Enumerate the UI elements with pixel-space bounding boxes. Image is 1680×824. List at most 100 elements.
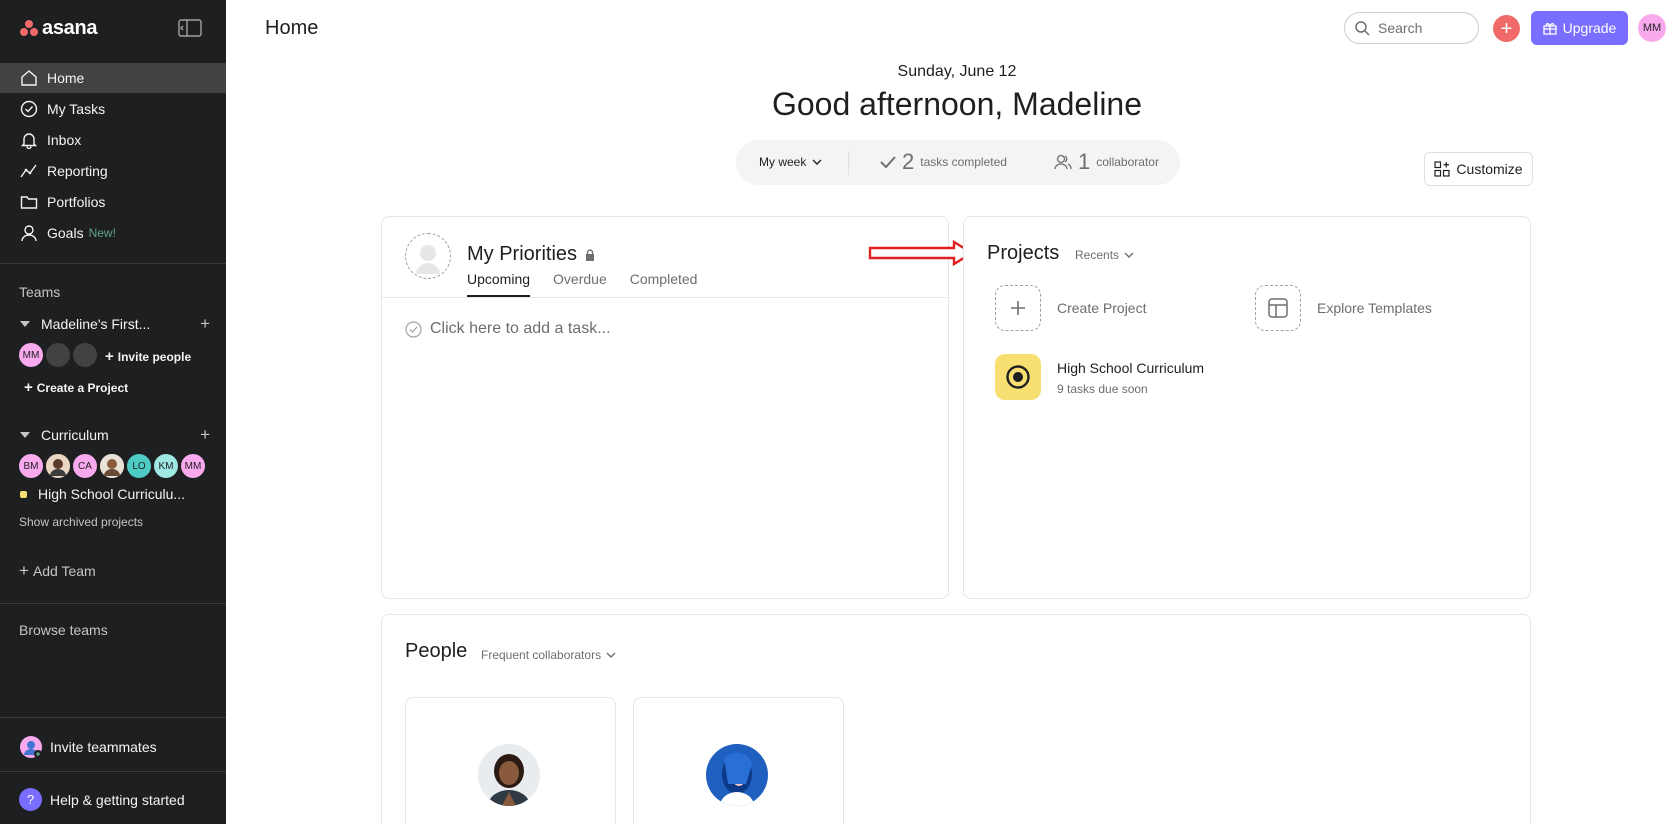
team-members-curriculum: BM CA LO KM MM (19, 454, 205, 478)
upgrade-label: Upgrade (1562, 20, 1617, 36)
add-task-placeholder: Click here to add a task... (430, 320, 611, 337)
sidebar-item-reporting[interactable]: Reporting (0, 156, 226, 186)
explore-templates-tile[interactable] (1255, 285, 1301, 331)
sidebar-item-label: Inbox (47, 132, 82, 148)
folder-icon (20, 196, 38, 209)
search-icon (1355, 20, 1370, 36)
avatar[interactable]: LO (127, 454, 151, 478)
avatar[interactable]: CA (73, 454, 97, 478)
show-archived-link[interactable]: Show archived projects (19, 515, 143, 529)
project-due-count: 9 tasks due soon (1057, 382, 1148, 396)
my-priorities-card: My Priorities Upcoming Overdue Completed… (381, 216, 949, 599)
tab-upcoming[interactable]: Upcoming (467, 271, 531, 297)
projects-title: Projects (987, 242, 1060, 264)
recents-label: Recents (1075, 248, 1120, 262)
sidebar-divider (0, 603, 226, 604)
add-project-icon[interactable]: + (200, 314, 210, 334)
plus-icon: + (1500, 17, 1513, 40)
recents-dropdown[interactable]: Recents (1075, 248, 1134, 262)
caret-down-icon[interactable] (20, 432, 30, 438)
create-project-tile[interactable] (995, 285, 1041, 331)
person-avatar (706, 744, 768, 806)
person-card[interactable] (405, 697, 616, 824)
new-badge: New! (88, 226, 116, 240)
avatar[interactable]: MM (19, 343, 43, 367)
customize-label: Customize (1456, 161, 1523, 177)
stats-bar: My week 2 tasks completed 1 collaborator (736, 140, 1180, 185)
person-card[interactable] (633, 697, 844, 824)
customize-button[interactable]: Customize (1424, 152, 1533, 186)
tab-completed[interactable]: Completed (630, 271, 698, 297)
add-project-icon[interactable]: + (200, 425, 210, 445)
person-icon (21, 225, 37, 242)
invite-teammates-label: Invite teammates (50, 739, 157, 755)
project-tile-high-school[interactable] (995, 354, 1041, 400)
plus-icon: + (19, 561, 29, 580)
sidebar-divider (0, 771, 226, 772)
explore-templates-link[interactable]: Explore Templates (1317, 300, 1432, 316)
invite-people-button[interactable]: + Invite people (105, 348, 191, 365)
avatar[interactable]: BM (19, 454, 43, 478)
sidebar-project-item[interactable]: High School Curriculu... (20, 486, 185, 502)
people-card: People Frequent collaborators (381, 614, 1531, 824)
projects-card: Projects Recents Create Project Explore … (963, 216, 1531, 599)
help-icon: ? (19, 788, 42, 811)
plus-icon: + (24, 379, 33, 396)
caret-down-icon[interactable] (20, 321, 30, 327)
avatar-placeholder[interactable] (46, 343, 70, 367)
tasks-completed-label: tasks completed (920, 155, 1007, 169)
annotation-arrow-icon (868, 240, 975, 266)
user-avatar-placeholder[interactable] (405, 233, 451, 279)
quick-add-button[interactable]: + (1493, 15, 1520, 42)
avatar-placeholder[interactable] (73, 343, 97, 367)
my-priorities-title: My Priorities (467, 243, 595, 266)
greeting-heading: Good afternoon, Madeline (771, 86, 1143, 122)
upgrade-button[interactable]: Upgrade (1531, 11, 1628, 45)
plus-icon: + (105, 348, 114, 365)
team-name: Curriculum (41, 427, 109, 443)
team-row-madeline[interactable]: Madeline's First... + (20, 313, 210, 335)
lock-icon (586, 248, 595, 261)
avatar-photo[interactable] (100, 454, 124, 478)
logo-text: asana (42, 16, 98, 39)
team-members-madeline: MM (19, 343, 97, 367)
sidebar-item-goals[interactable]: Goals New! (0, 218, 226, 248)
people-title: People (405, 640, 468, 662)
help-button[interactable]: ? Help & getting started (19, 788, 185, 811)
card-divider (382, 297, 948, 298)
invite-avatar-icon (20, 736, 42, 758)
team-row-curriculum[interactable]: Curriculum + (20, 424, 210, 446)
sidebar-item-label: Goals (47, 225, 84, 241)
browse-teams-link[interactable]: Browse teams (19, 622, 108, 638)
team-name: Madeline's First... (41, 316, 151, 332)
create-project-link[interactable]: Create Project (1057, 300, 1146, 316)
week-dropdown[interactable]: My week (759, 155, 822, 169)
project-color-dot (20, 490, 27, 498)
project-name[interactable]: High School Curriculum (1057, 360, 1204, 376)
invite-teammates-button[interactable]: Invite teammates (19, 735, 157, 759)
create-project-button[interactable]: + Create a Project (24, 379, 128, 396)
logo-icon (20, 20, 38, 36)
tasks-completed-count: 2 (902, 149, 915, 174)
search-input[interactable]: Search (1344, 12, 1479, 44)
avatar-photo[interactable] (46, 454, 70, 478)
app-root: asana Home My Tasks Inbox Reporting Port… (0, 0, 1680, 824)
collaborators-filter-label: Frequent collaborators (481, 648, 602, 662)
week-label: My week (759, 155, 807, 169)
people-icon (1054, 154, 1072, 170)
collapse-sidebar-icon[interactable] (178, 18, 204, 38)
collaborators-dropdown[interactable]: Frequent collaborators (481, 648, 616, 662)
sidebar-item-inbox[interactable]: Inbox (0, 125, 226, 155)
avatar[interactable]: KM (154, 454, 178, 478)
avatar[interactable]: MM (181, 454, 205, 478)
current-date: Sunday, June 12 (897, 63, 1017, 80)
add-team-button[interactable]: + Add Team (19, 561, 96, 581)
tab-overdue[interactable]: Overdue (553, 271, 607, 297)
create-project-label: Create a Project (36, 380, 129, 395)
add-task-input[interactable]: Click here to add a task... (405, 320, 611, 338)
user-avatar[interactable]: MM (1638, 14, 1666, 42)
asana-logo[interactable]: asana (20, 16, 98, 40)
sidebar-divider (0, 263, 226, 264)
sidebar-item-portfolios[interactable]: Portfolios (0, 187, 226, 217)
teams-heading[interactable]: Teams (19, 284, 60, 300)
